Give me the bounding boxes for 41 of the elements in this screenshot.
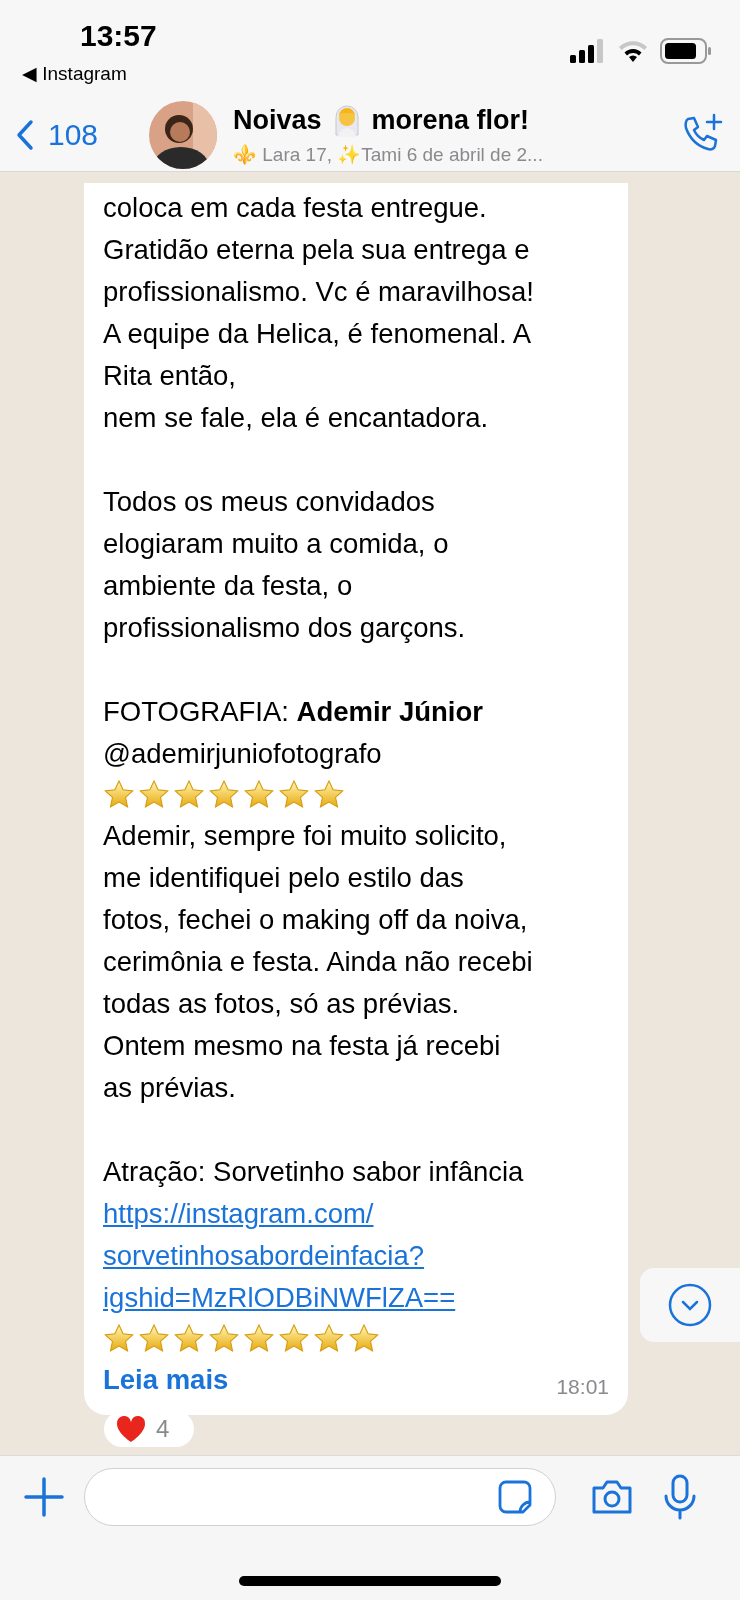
message-text: Ademir, sempre foi muito solicito, me identifiquei pelo estilo das fotos, fechei o making off da noiva, cerimônia e festa. Ainda não recebi todas as fotos, só as prévias. Ontem mesmo na festa já recebi as prévias. xyxy=(103,819,534,1105)
chevron-left-icon xyxy=(16,118,34,151)
reaction-count: 4 xyxy=(156,1414,170,1444)
chat-title[interactable]: Noivas xyxy=(233,100,322,141)
star-icon xyxy=(278,779,310,811)
microphone-icon[interactable] xyxy=(662,1474,698,1520)
message-time: 18:01 xyxy=(556,1374,609,1400)
message-text: Atração: Sorvetinho sabor infância xyxy=(103,1155,525,1189)
message-text: FOTOGRAFIA: Ademir Júnior @ademirjuniofotografo xyxy=(103,695,484,771)
star-icon xyxy=(208,779,240,811)
star-icon xyxy=(138,779,170,811)
chevron-down-icon xyxy=(668,1283,712,1327)
star-icon xyxy=(173,1323,205,1355)
star-icon xyxy=(243,1323,275,1355)
chat-title[interactable]: morena flor! xyxy=(371,100,530,141)
star-icon xyxy=(348,1323,380,1355)
star-icon xyxy=(313,1323,345,1355)
camera-icon[interactable] xyxy=(590,1478,634,1516)
back-to-app-link[interactable]: ◀ Instagram xyxy=(22,60,157,89)
message-link[interactable]: https://instagram.com/ sorvetinhosabordeinfacia? igshid=MzRlODBiNWFlZA== xyxy=(103,1193,609,1319)
message-text: Todos os meus convidados elogiaram muito a comida, o ambiente da festa, o profissionalismo dos garçons. xyxy=(103,485,467,645)
back-button[interactable]: 108 xyxy=(16,112,149,157)
read-more-link[interactable]: Leia mais xyxy=(103,1359,229,1401)
chat-members: ⚜ Lara 17, ✨Tami 6 de abril de 2... xyxy=(233,142,544,167)
star-icon xyxy=(313,779,345,811)
signal-icon xyxy=(570,39,606,63)
plus-icon[interactable] xyxy=(24,1477,64,1517)
wifi-icon xyxy=(618,40,648,62)
status-time: 13:57 xyxy=(80,18,157,54)
star-icon xyxy=(208,1323,240,1355)
star-icon xyxy=(278,1323,310,1355)
star-icon xyxy=(173,779,205,811)
sticker-icon[interactable] xyxy=(497,1479,533,1515)
star-icon xyxy=(138,1323,170,1355)
star-icon xyxy=(103,1323,135,1355)
heart-icon xyxy=(116,1415,146,1443)
battery-icon xyxy=(660,38,712,64)
star-icon xyxy=(103,779,135,811)
scroll-down-button[interactable] xyxy=(640,1268,740,1342)
message-text: coloca em cada festa entregue. Gratidão eterna pela sua entrega e profissionalismo. Vc é maravilhosa! A equipe da Helica, é fenomenal. A Rita então, nem se fale, ela é encantadora. xyxy=(103,191,535,435)
star-icon xyxy=(243,779,275,811)
